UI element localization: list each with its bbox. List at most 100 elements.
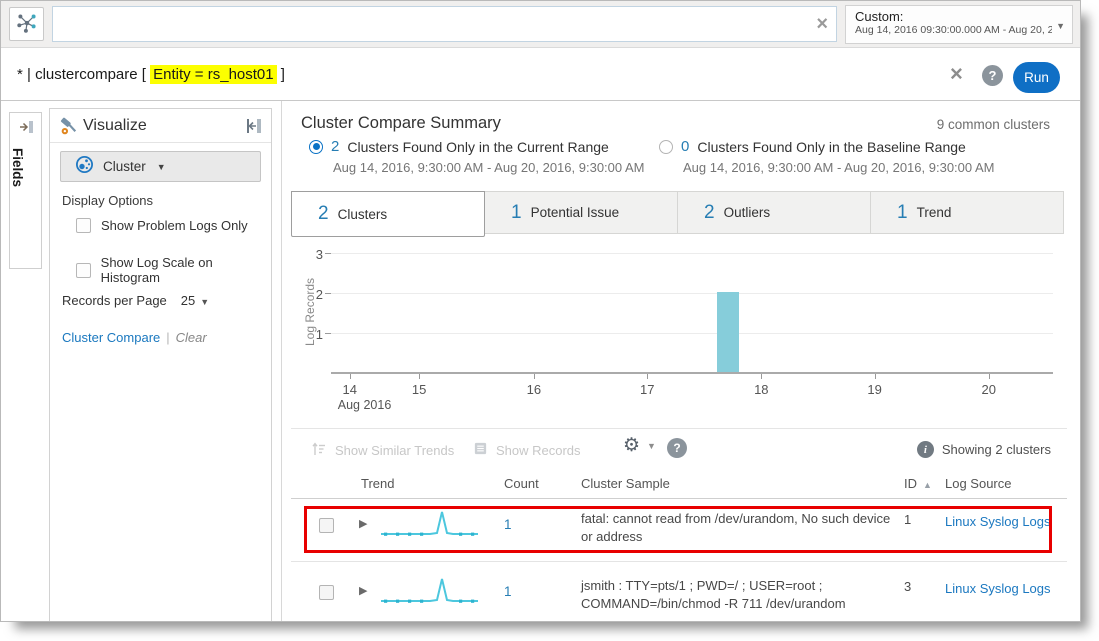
show-similar-trends-button[interactable]: Show Similar Trends (311, 441, 454, 460)
radio-unselected-icon[interactable] (659, 140, 673, 154)
records-per-page-row: Records per Page25▼ (62, 293, 209, 308)
query-prefix: * | clustercompare [ (17, 66, 150, 83)
time-range-picker[interactable]: Custom: Aug 14, 2016 09:30:00.000 AM - A… (845, 5, 1073, 44)
fields-panel-tab[interactable]: Fields (9, 112, 42, 269)
tab-count: 2 (318, 203, 329, 225)
visualize-header: Visualize (50, 109, 271, 143)
clear-query-icon[interactable]: × (950, 61, 963, 87)
sort-ascending-icon: ▲ (923, 480, 932, 490)
cluster-compare-link[interactable]: Cluster Compare (62, 330, 160, 345)
show-problem-logs-checkbox[interactable] (76, 218, 91, 233)
trend-sparkline (381, 508, 481, 540)
x-tick-mark (875, 374, 876, 379)
query-highlight: Entity = rs_host01 (150, 65, 276, 84)
show-log-scale-checkbox[interactable] (76, 263, 91, 278)
table-row[interactable]: ▶ 1 fatal: cannot read from /dev/urandom… (291, 500, 1067, 557)
x-tick-mark (647, 374, 648, 379)
showing-clusters-label: Showing 2 clusters (942, 442, 1051, 457)
tab-count: 1 (897, 202, 908, 224)
common-clusters-count: 9 common clusters (937, 117, 1050, 132)
checkbox-label: Show Log Scale on Histogram (101, 255, 271, 285)
x-tick-label: 15 (404, 382, 434, 397)
x-tick-label: 19 (860, 382, 890, 397)
radio-selected-icon[interactable] (309, 140, 323, 154)
row-checkbox[interactable] (319, 585, 334, 600)
header-count: Count (504, 476, 539, 491)
hammer-gear-icon (60, 117, 79, 141)
main-divider (281, 101, 282, 622)
y-tick-mark (325, 333, 331, 334)
x-tick-mark (989, 374, 990, 379)
row-id: 3 (904, 579, 911, 594)
x-tick-label: 14 (335, 382, 365, 397)
result-tabs: 2 Clusters 1 Potential Issue 2 Outliers … (291, 191, 1067, 234)
expand-row-icon[interactable]: ▶ (359, 584, 367, 597)
header-trend: Trend (361, 476, 394, 491)
collapse-panel-icon[interactable] (245, 117, 263, 140)
header-id-sort[interactable]: ID ▲ (904, 476, 932, 491)
log-source-link[interactable]: Linux Syslog Logs (945, 581, 1051, 596)
show-records-button[interactable]: Show Records (473, 441, 581, 459)
tab-label: Clusters (338, 207, 388, 222)
y-tick-mark (325, 253, 331, 254)
search-input[interactable] (61, 7, 801, 41)
run-button[interactable]: Run (1013, 62, 1060, 93)
visualize-panel: Visualize Cluster ▼ Display Options Show… (49, 108, 272, 622)
table-row[interactable]: ▶ 1 jsmith : TTY=pts/1 ; PWD=/ ; USER=ro… (291, 562, 1067, 622)
toolbar-help-icon[interactable]: ? (667, 438, 687, 458)
tab-clusters[interactable]: 2 Clusters (291, 191, 485, 237)
x-axis-line (331, 372, 1053, 374)
display-options-label: Display Options (62, 193, 153, 208)
chevron-down-icon[interactable]: ▼ (200, 297, 209, 307)
records-list-icon (473, 441, 488, 459)
tab-outliers[interactable]: 2 Outliers (677, 191, 871, 234)
tab-count: 1 (511, 202, 522, 224)
clear-search-icon[interactable]: × (816, 12, 828, 36)
row-id: 1 (904, 512, 911, 527)
gear-icon: ⚙ (623, 436, 640, 456)
row-checkbox[interactable] (319, 518, 334, 533)
trend-sparkline (381, 575, 481, 607)
clear-link[interactable]: Clear (176, 330, 207, 345)
query-text[interactable]: * | clustercompare [ Entity = rs_host01 … (17, 66, 285, 83)
table-header: Trend Count Cluster Sample ID ▲ Log Sourc… (291, 471, 1067, 499)
x-tick-label: 20 (974, 382, 1004, 397)
header-id-label: ID (904, 476, 917, 491)
gridline (331, 293, 1053, 294)
histogram-plot: Aug 2016 12314151617181920 (331, 234, 1053, 374)
y-tick-label: 3 (305, 247, 323, 262)
gridline (331, 333, 1053, 334)
checkbox-label: Show Problem Logs Only (101, 218, 248, 233)
tab-potential-issue[interactable]: 1 Potential Issue (484, 191, 678, 234)
cluster-app-button[interactable] (9, 7, 44, 41)
show-log-scale-option: Show Log Scale on Histogram (76, 255, 271, 285)
row-count: 1 (504, 584, 512, 599)
chart-type-dropdown[interactable]: Cluster ▼ (60, 151, 261, 182)
link-separator: | (166, 330, 169, 345)
cluster-chart-icon (75, 155, 94, 179)
info-icon: i (917, 441, 934, 458)
baseline-range-radio-option[interactable]: 0 Clusters Found Only in the Baseline Ra… (659, 138, 966, 155)
cluster-toolbar: Show Similar Trends Show Records ⚙ ▼ ? i… (291, 428, 1067, 471)
current-range-dates: Aug 14, 2016, 9:30:00 AM - Aug 20, 2016,… (333, 160, 645, 175)
header-cluster-sample: Cluster Sample (581, 476, 670, 491)
settings-dropdown[interactable]: ⚙ ▼ (623, 436, 656, 456)
expand-row-icon[interactable]: ▶ (359, 517, 367, 530)
query-help-icon[interactable]: ? (982, 65, 1003, 86)
x-tick-mark (534, 374, 535, 379)
show-records-label: Show Records (496, 443, 581, 458)
current-range-radio-option[interactable]: 2 Clusters Found Only in the Current Ran… (309, 138, 609, 155)
records-per-page-value[interactable]: 25 (181, 293, 195, 308)
visualize-title: Visualize (83, 117, 147, 135)
top-bar: × Custom: Aug 14, 2016 09:30:00.000 AM -… (1, 1, 1080, 48)
chart-type-value: Cluster (103, 159, 146, 174)
log-source-link[interactable]: Linux Syslog Logs (945, 514, 1051, 529)
similar-trends-icon (311, 441, 327, 460)
header-log-source: Log Source (945, 476, 1012, 491)
x-axis-label: Aug 2016 (338, 398, 392, 412)
show-similar-trends-label: Show Similar Trends (335, 443, 454, 458)
histogram-bar (717, 292, 739, 372)
chevron-down-icon: ▼ (157, 162, 166, 172)
tab-trend[interactable]: 1 Trend (870, 191, 1064, 234)
y-tick-label: 2 (305, 287, 323, 302)
